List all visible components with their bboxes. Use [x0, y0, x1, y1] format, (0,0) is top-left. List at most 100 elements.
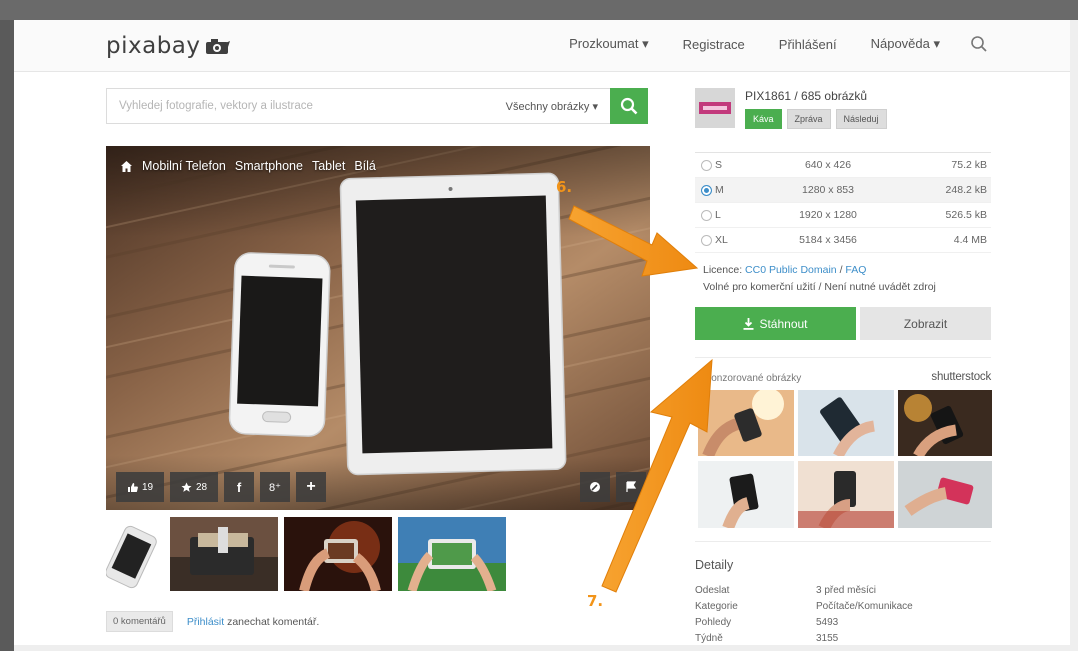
sponsored-image-content	[698, 461, 794, 528]
author-panel: PIX1861 / 685 obrázků Káva Zprávа Násled…	[695, 88, 887, 129]
sponsored-image-content	[898, 390, 992, 456]
sponsored-image[interactable]	[798, 461, 894, 528]
top-navigation-bar: pixabay Prozkoumat ▾ Registrace Přihláše…	[14, 20, 1070, 72]
nav-help[interactable]: Nápověda ▾	[871, 36, 940, 52]
annotation-step-6: 6.	[556, 178, 573, 196]
comment-count-badge: 0 komentářů	[106, 611, 173, 632]
radio-button-selected[interactable]	[701, 184, 712, 196]
detail-key: Odeslat	[695, 585, 730, 596]
radio-button[interactable]	[701, 159, 712, 171]
detail-key: Týdně	[695, 633, 723, 644]
favorite-button[interactable]: 28	[170, 472, 218, 502]
sponsored-image-content	[798, 461, 894, 528]
coffee-button[interactable]: Káva	[745, 109, 782, 129]
related-thumbnails	[106, 517, 506, 591]
sponsored-image[interactable]	[898, 461, 992, 528]
facebook-share-button[interactable]: f	[224, 472, 254, 502]
author-name[interactable]: PIX1861 / 685 obrázků	[745, 89, 887, 103]
photo-action-buttons: 19 28 f 8⁺ +	[116, 472, 326, 502]
home-icon[interactable]	[120, 160, 133, 173]
size-option-m[interactable]: M 1280 x 853 248.2 kB	[695, 178, 991, 203]
logo-text: pixabay	[106, 33, 201, 59]
size-option-s[interactable]: S 640 x 426 75.2 kB	[695, 153, 991, 178]
sponsored-image-content	[698, 390, 794, 456]
photo-image	[106, 146, 650, 510]
sponsored-image-content	[898, 461, 992, 528]
report-button[interactable]	[616, 472, 646, 502]
cc0-link[interactable]: CC0 Public Domain	[745, 264, 837, 276]
detail-key: Kategorie	[695, 601, 738, 612]
related-thumbnail[interactable]	[106, 517, 164, 591]
category-link[interactable]: Počítače/Komunikace	[816, 601, 913, 612]
size-filesize: 526.5 kB	[945, 209, 987, 221]
star-icon	[181, 482, 192, 492]
size-filesize: 4.4 MB	[953, 234, 987, 246]
radio-button[interactable]	[701, 209, 712, 221]
related-thumbnail[interactable]	[284, 517, 392, 591]
license-separator: /	[839, 264, 843, 276]
size-option-xl[interactable]: XL 5184 x 3456 4.4 MB	[695, 228, 991, 253]
size-dimensions: 640 x 426	[804, 159, 852, 171]
avatar[interactable]	[695, 88, 735, 128]
edit-button[interactable]	[580, 472, 610, 502]
login-link[interactable]: Přihlásit	[187, 616, 224, 628]
radio-button[interactable]	[701, 234, 712, 246]
image-type-select[interactable]: Všechny obrázky ▾	[494, 100, 610, 113]
license-note: Volné pro komerční užití / Není nutné uv…	[703, 281, 936, 293]
author-buttons: Káva Zprávа Následuj	[745, 109, 887, 129]
like-button[interactable]: 19	[116, 472, 164, 502]
related-thumbnail[interactable]	[398, 517, 506, 591]
circle-edit-icon	[590, 482, 600, 492]
size-filesize: 248.2 kB	[945, 184, 987, 196]
follow-button[interactable]: Následuj	[835, 109, 887, 129]
size-options-table: S 640 x 426 75.2 kB M 1280 x 853 248.2 k…	[695, 152, 991, 253]
size-dimensions: 5184 x 3456	[799, 234, 857, 246]
related-thumbnail[interactable]	[170, 517, 278, 591]
add-to-collection-button[interactable]: +	[296, 472, 326, 502]
thumbnail-image	[170, 517, 278, 591]
sponsored-image[interactable]	[898, 390, 992, 456]
tag-mobile-phone[interactable]: Mobilní Telefon	[142, 159, 226, 173]
search-input[interactable]	[107, 89, 494, 123]
photo-action-buttons-right	[580, 472, 646, 502]
license-line: Licence: CC0 Public Domain / FAQ	[703, 262, 936, 279]
size-dimensions: 1920 x 1280	[799, 209, 857, 221]
tag-white[interactable]: Bílá	[354, 159, 376, 173]
faq-link[interactable]: FAQ	[845, 264, 866, 276]
sponsored-label: Sponzorované obrázky	[699, 373, 802, 384]
sponsored-image-content	[798, 390, 894, 456]
sponsored-image[interactable]	[798, 390, 894, 456]
avatar-image	[695, 88, 735, 128]
camera-logo-icon	[205, 38, 230, 54]
window-frame-right	[1070, 20, 1078, 651]
size-label: XL	[715, 234, 728, 246]
nav-register[interactable]: Registrace	[683, 37, 745, 52]
details-title: Detaily	[695, 558, 734, 572]
search-button[interactable]	[610, 88, 648, 124]
sponsored-image[interactable]	[698, 461, 794, 528]
sponsored-image[interactable]	[698, 390, 794, 456]
window-frame-left	[0, 20, 14, 651]
search-icon[interactable]	[970, 35, 988, 53]
download-label: Stáhnout	[759, 316, 808, 331]
view-button[interactable]: Zobrazit	[860, 307, 991, 340]
tag-smartphone[interactable]: Smartphone	[235, 159, 303, 173]
shutterstock-logo[interactable]: shutterstock	[931, 371, 991, 383]
size-option-l[interactable]: L 1920 x 1280 526.5 kB	[695, 203, 991, 228]
tag-tablet[interactable]: Tablet	[312, 159, 345, 173]
nav-login[interactable]: Přihlášení	[779, 37, 837, 52]
detail-value: 3 před měsíci	[816, 585, 877, 596]
like-count: 19	[141, 481, 154, 493]
favorite-count: 28	[195, 481, 208, 493]
download-button[interactable]: Stáhnout	[695, 307, 856, 340]
license-info: Licence: CC0 Public Domain / FAQ Volné p…	[703, 262, 936, 296]
size-filesize: 75.2 kB	[951, 159, 987, 171]
nav-explore[interactable]: Prozkoumat ▾	[569, 36, 649, 52]
sponsored-header: Sponzorované obrázky shutterstock	[695, 357, 991, 384]
google-plus-share-button[interactable]: 8⁺	[260, 472, 290, 502]
message-button[interactable]: Zprávа	[786, 109, 831, 129]
thumbnail-image	[398, 517, 506, 591]
main-photo[interactable]: Mobilní Telefon Smartphone Tablet Bílá 1…	[106, 146, 650, 510]
main-nav: Prozkoumat ▾ Registrace Přihlášení Nápov…	[535, 35, 1070, 53]
pixabay-logo[interactable]: pixabay	[106, 31, 231, 61]
